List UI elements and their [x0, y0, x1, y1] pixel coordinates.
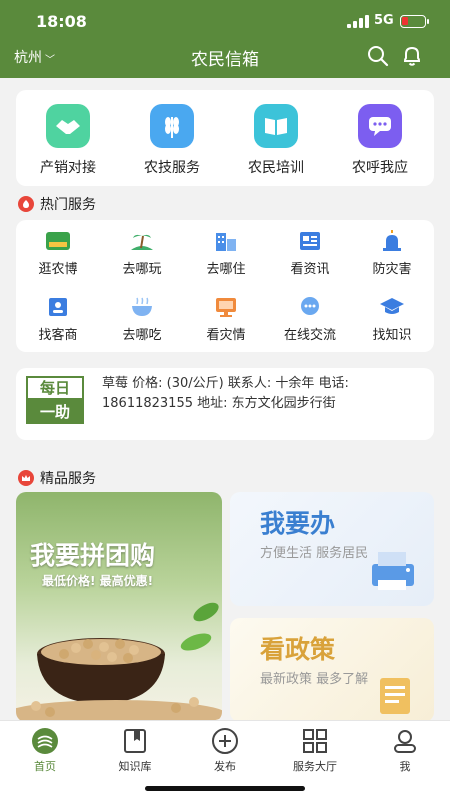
service-stay[interactable]: 去哪住 [184, 230, 268, 277]
service-disaster-view[interactable]: 看灾情 [184, 296, 268, 343]
service-label: 防灾害 [372, 262, 412, 277]
category-training[interactable]: 农民培训 [226, 104, 326, 177]
nav-bar: 杭州 ﹀ 农民信箱 [0, 40, 450, 78]
battery-icon [400, 15, 429, 28]
beans-illustration [16, 602, 222, 722]
app-header: 18:08 5G 杭州 ﹀ 农民信箱 [0, 0, 450, 78]
tab-publish[interactable]: 发布 [180, 727, 270, 774]
document-icon [380, 678, 410, 714]
promo-subtitle: 最低价格! 最高优惠! [42, 574, 154, 588]
notice-text: 草莓 价格: (30/公斤) 联系人: 十余年 电话: 18611823155 … [102, 376, 349, 411]
tab-knowledge[interactable]: 知识库 [90, 727, 180, 774]
service-label: 在线交流 [283, 328, 336, 343]
service-expo[interactable]: 逛农博 [16, 230, 100, 277]
category-response[interactable]: 农呼我应 [330, 104, 430, 177]
expo-icon [45, 230, 71, 252]
tab-label: 知识库 [118, 760, 152, 773]
hot-services-card: 逛农博 去哪玩 去哪住 看资讯 防灾害 找客商 去哪吃 看灾情 在线交流 找知识 [16, 220, 434, 352]
plus-circle-icon [211, 727, 239, 755]
section-title-text: 热门服务 [40, 197, 96, 213]
pane-subtitle: 方便生活 服务居民 [260, 546, 369, 561]
bell-icon[interactable] [400, 44, 424, 68]
search-icon[interactable] [366, 44, 390, 68]
service-knowledge[interactable]: 找知识 [350, 296, 434, 343]
monitor-icon [213, 296, 239, 318]
service-label: 逛农博 [38, 262, 78, 277]
pane-title: 看政策 [260, 635, 336, 664]
profile-icon [391, 727, 419, 755]
wheat-icon [150, 104, 194, 148]
service-online-chat[interactable]: 在线交流 [268, 296, 352, 343]
alarm-icon [379, 230, 405, 252]
service-label: 去哪住 [206, 262, 246, 277]
contact-card-icon [45, 296, 71, 318]
bowl-icon [129, 296, 155, 318]
pane-title: 我要办 [260, 509, 336, 538]
service-label: 找知识 [372, 328, 412, 343]
tab-service-hall[interactable]: 服务大厅 [270, 727, 360, 774]
service-disaster-prevention[interactable]: 防灾害 [350, 230, 434, 277]
graduation-cap-icon [379, 296, 405, 318]
service-label: 去哪玩 [122, 262, 162, 277]
network-label: 5G [374, 13, 394, 28]
promo-title: 我要拼团购 [30, 541, 156, 570]
tab-label: 发布 [214, 760, 236, 773]
service-pane-apply[interactable]: 我要办 方便生活 服务居民 [230, 492, 434, 606]
service-food[interactable]: 去哪吃 [100, 296, 184, 343]
service-label: 找客商 [38, 328, 78, 343]
daily-help-badge: 每日 一助 [26, 376, 84, 426]
chat-icon [358, 104, 402, 148]
news-icon [297, 230, 323, 252]
status-bar: 18:08 5G [0, 0, 450, 40]
category-trade[interactable]: 产销对接 [18, 104, 118, 177]
flame-icon [18, 196, 34, 212]
section-title-featured: 精品服务 [18, 468, 96, 488]
group-buy-banner[interactable]: 我要拼团购 最低价格! 最高优惠! [16, 492, 222, 722]
printer-icon [372, 552, 414, 590]
category-card: 产销对接 农技服务 农民培训 农呼我应 [16, 90, 434, 186]
section-title-hot: 热门服务 [18, 194, 96, 214]
service-news[interactable]: 看资讯 [268, 230, 352, 277]
category-label: 产销对接 [40, 160, 96, 176]
book-icon [254, 104, 298, 148]
category-label: 农民培训 [248, 160, 304, 176]
service-merchants[interactable]: 找客商 [16, 296, 100, 343]
tab-label: 服务大厅 [293, 760, 337, 773]
tab-label: 我 [399, 760, 411, 773]
home-icon [31, 727, 59, 755]
signal-icon [347, 14, 369, 28]
category-label: 农呼我应 [352, 160, 408, 176]
service-pane-policy[interactable]: 看政策 最新政策 最多了解 [230, 618, 434, 722]
handshake-icon [46, 104, 90, 148]
island-icon [129, 230, 155, 252]
tab-profile[interactable]: 我 [360, 727, 450, 774]
grid-icon [301, 727, 329, 755]
chat-bubble-icon [297, 296, 323, 318]
tab-home[interactable]: 首页 [0, 727, 90, 774]
category-agritech[interactable]: 农技服务 [122, 104, 222, 177]
book-icon [121, 727, 149, 755]
badge-bottom: 一助 [26, 400, 84, 424]
service-label: 去哪吃 [122, 328, 162, 343]
section-title-text: 精品服务 [40, 471, 96, 487]
pane-subtitle: 最新政策 最多了解 [260, 672, 369, 687]
badge-top: 每日 [26, 376, 84, 400]
category-label: 农技服务 [144, 160, 200, 176]
status-time: 18:08 [36, 12, 87, 31]
tab-label: 首页 [34, 760, 56, 773]
daily-notice-card[interactable]: 每日 一助 草莓 价格: (30/公斤) 联系人: 十余年 电话: 186118… [16, 368, 434, 440]
building-icon [213, 230, 239, 252]
service-label: 看资讯 [290, 262, 330, 277]
service-play[interactable]: 去哪玩 [100, 230, 184, 277]
service-label: 看灾情 [206, 328, 246, 343]
home-indicator [145, 786, 305, 791]
crown-icon [18, 470, 34, 486]
